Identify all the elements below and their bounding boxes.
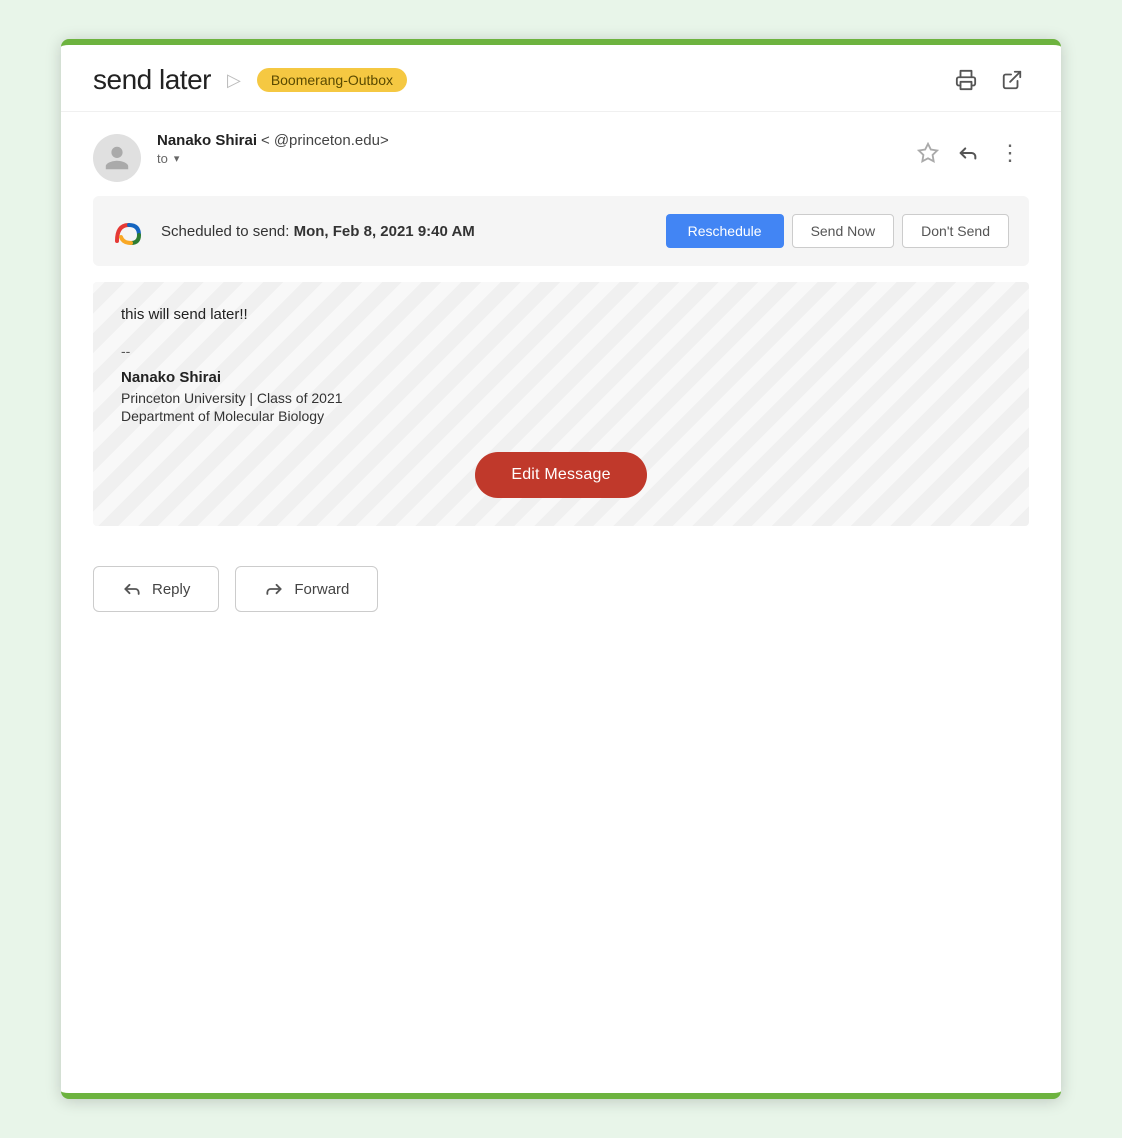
reply-button[interactable]: Reply [93, 566, 219, 612]
app-title: send later [93, 64, 211, 96]
more-options-button[interactable]: ⋮ [993, 136, 1029, 170]
external-link-icon [1001, 69, 1023, 91]
dont-send-button[interactable]: Don't Send [902, 214, 1009, 248]
avatar [93, 134, 141, 182]
sender-info: Nanako Shirai < @princeton.edu> to ▾ [157, 132, 897, 166]
email-body-wrapper: this will send later!! -- Nanako Shirai … [93, 282, 1029, 526]
signature-separator: -- [121, 343, 1001, 359]
forward-label: Forward [294, 581, 349, 598]
scheduled-banner: Scheduled to send: Mon, Feb 8, 2021 9:40… [93, 196, 1029, 266]
signature-name: Nanako Shirai [121, 369, 1001, 386]
email-window: send later ▷ Boomerang-Outbox [61, 39, 1061, 1099]
to-label: to [157, 151, 168, 166]
header-bar: send later ▷ Boomerang-Outbox [61, 45, 1061, 112]
sender-email: @princeton.edu> [274, 132, 389, 149]
scheduled-date: Mon, Feb 8, 2021 9:40 AM [294, 223, 475, 240]
print-icon [955, 69, 977, 91]
header-arrow-icon: ▷ [227, 70, 241, 91]
reschedule-button[interactable]: Reschedule [666, 214, 784, 248]
edit-message-button[interactable]: Edit Message [475, 452, 646, 498]
scheduled-text: Scheduled to send: Mon, Feb 8, 2021 9:40… [161, 223, 475, 240]
reply-arrow-icon [122, 579, 142, 599]
scheduled-buttons: Reschedule Send Now Don't Send [666, 214, 1009, 248]
sender-bracket: < [261, 132, 270, 149]
open-external-button[interactable] [995, 63, 1029, 97]
star-button[interactable] [913, 138, 943, 168]
boomerang-logo [113, 217, 145, 245]
forward-arrow-icon [264, 579, 284, 599]
sender-name: Nanako Shirai [157, 132, 257, 149]
reply-forward-row: Reply Forward [61, 550, 1061, 644]
email-body-content: this will send later!! -- Nanako Shirai … [121, 306, 1001, 498]
avatar-person-icon [103, 144, 131, 172]
reply-label: Reply [152, 581, 190, 598]
reply-header-button[interactable] [953, 138, 983, 168]
to-dropdown-arrow[interactable]: ▾ [174, 152, 180, 165]
sender-actions: ⋮ [913, 132, 1029, 170]
email-message: this will send later!! [121, 306, 1001, 323]
signature-line1: Princeton University | Class of 2021 [121, 390, 1001, 406]
print-button[interactable] [949, 63, 983, 97]
reply-icon [957, 142, 979, 164]
boomerang-arc-icon [113, 217, 145, 245]
sender-row: Nanako Shirai < @princeton.edu> to ▾ [61, 112, 1061, 196]
edit-message-row: Edit Message [121, 452, 1001, 498]
star-icon [917, 142, 939, 164]
forward-button[interactable]: Forward [235, 566, 378, 612]
outbox-badge: Boomerang-Outbox [257, 68, 407, 92]
send-now-button[interactable]: Send Now [792, 214, 895, 248]
signature-line2: Department of Molecular Biology [121, 408, 1001, 424]
